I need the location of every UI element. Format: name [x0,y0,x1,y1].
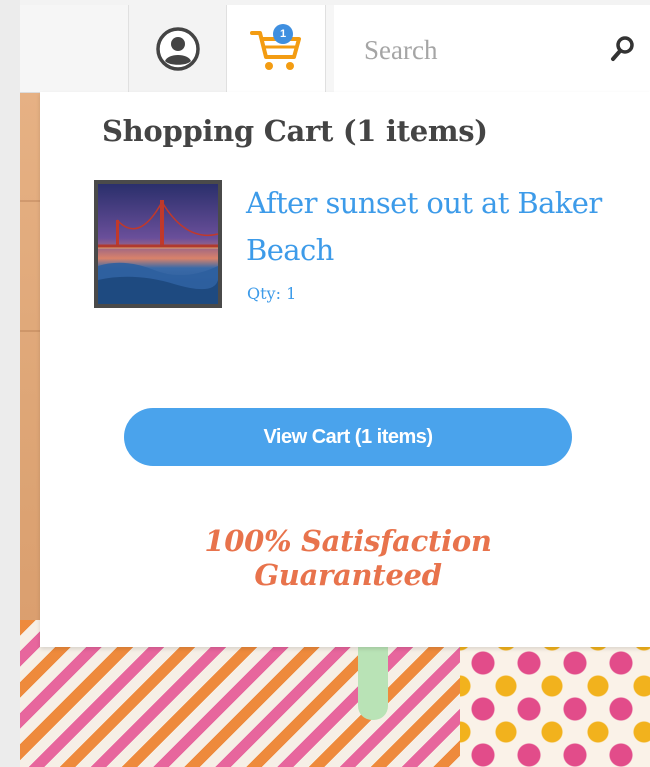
view-cart-button[interactable]: View Cart (1 items) [124,408,572,466]
account-tab[interactable] [128,5,227,92]
background-pencil [358,640,388,720]
cart-count-badge: 1 [273,24,293,44]
guarantee-line-2: Guaranteed [254,558,442,592]
cart-tab[interactable]: 1 [226,5,326,94]
golden-gate-bridge-photo[interactable] [94,180,222,308]
search-input[interactable] [362,29,596,71]
top-bar: 1 [20,5,650,94]
cart-dropdown: Shopping Cart (1 items) After sunset out… [40,92,650,647]
background-left-strip [0,0,20,767]
user-account-icon [156,26,200,71]
guarantee-line-1: 100% Satisfaction [204,524,492,558]
cart-item-link[interactable]: After sunset out at Baker Beach [246,180,626,274]
search-icon[interactable] [610,35,636,63]
cart-item-qty: Qty: 1 [247,284,297,303]
search-box [334,5,650,92]
satisfaction-guarantee: 100% Satisfaction Guaranteed [40,524,650,592]
background-dotted-paper [460,640,650,767]
cart-title: Shopping Cart (1 items) [102,114,488,148]
